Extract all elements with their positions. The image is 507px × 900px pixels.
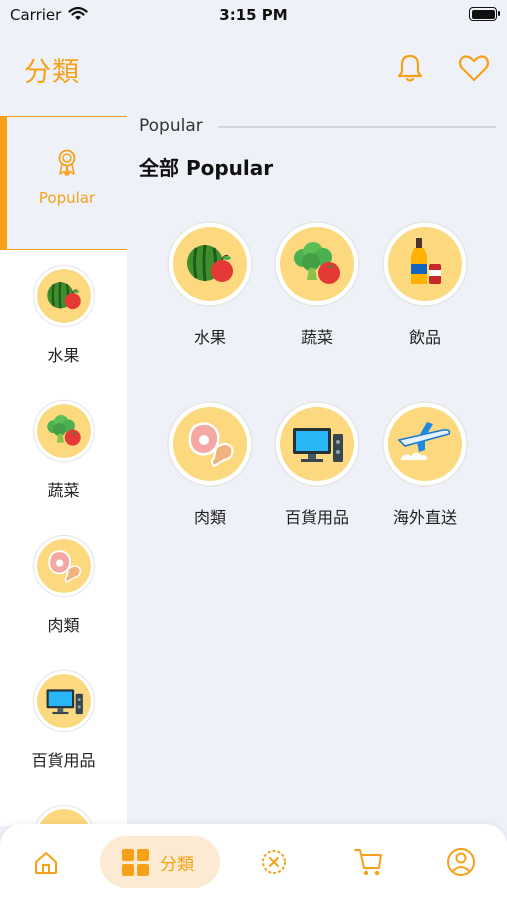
computer-icon [273,400,361,488]
award-icon [58,149,76,176]
battery-icon [469,7,500,21]
home-icon [35,852,57,874]
active-indicator [0,117,7,249]
grid-item-label: 飲品 [408,328,441,347]
sidebar-item-label: 百貨用品 [31,751,96,770]
grid-item-overseas[interactable]: 海外直送 [381,400,491,540]
sidebar-item-meat[interactable]: 肉類 [0,520,127,655]
coupon-icon [262,850,286,874]
tab-profile[interactable] [446,836,476,888]
tab-category-label: 分類 [160,855,194,875]
sidebar-item-vegetable[interactable]: 蔬菜 [0,385,127,520]
cart-icon [354,849,382,876]
profile-icon [447,848,475,876]
fruit-icon [166,220,254,308]
page-title: 分類 [24,57,80,88]
section-divider [218,126,496,128]
meat-icon [32,534,96,598]
tab-home[interactable] [32,836,60,888]
sidebar-item-label: 蔬菜 [47,481,80,500]
category-icon [122,849,149,876]
vegetable-icon [32,399,96,463]
grid-item-drinks[interactable]: 飲品 [381,220,491,360]
section-subtitle: 全部 Popular [139,156,274,180]
sidebar-item-fruit[interactable]: 水果 [0,250,127,385]
sidebar-item-household[interactable]: 百貨用品 [0,655,127,790]
sidebar-item-label: Popular [38,189,96,207]
clock: 3:15 PM [219,6,288,24]
tab-cart[interactable] [353,836,383,888]
meat-icon [166,400,254,488]
sidebar-item-label: 肉類 [47,616,80,635]
bell-icon[interactable] [392,50,428,86]
grid-item-label: 海外直送 [392,508,457,527]
fruit-icon [32,264,96,328]
airplane-icon [381,400,469,488]
tab-coupon[interactable] [260,836,288,888]
section-title: Popular [139,116,203,136]
category-sidebar: Popular 水果 蔬菜 肉類 百貨用品 [0,116,127,826]
tab-category[interactable]: 分類 [100,836,220,888]
sidebar-item-label: 水果 [47,346,80,365]
heart-icon[interactable] [456,50,492,86]
sidebar-item-popular[interactable]: Popular [0,116,127,250]
sidebar-item-more[interactable] [0,790,127,826]
bottom-tab-bar: 分類 [0,824,507,900]
status-bar: Carrier 3:15 PM [0,0,507,32]
vegetable-icon [273,220,361,308]
airplane-icon [32,804,96,826]
computer-icon [32,669,96,733]
top-bar: 分類 [0,32,507,112]
drinks-icon [381,220,469,308]
